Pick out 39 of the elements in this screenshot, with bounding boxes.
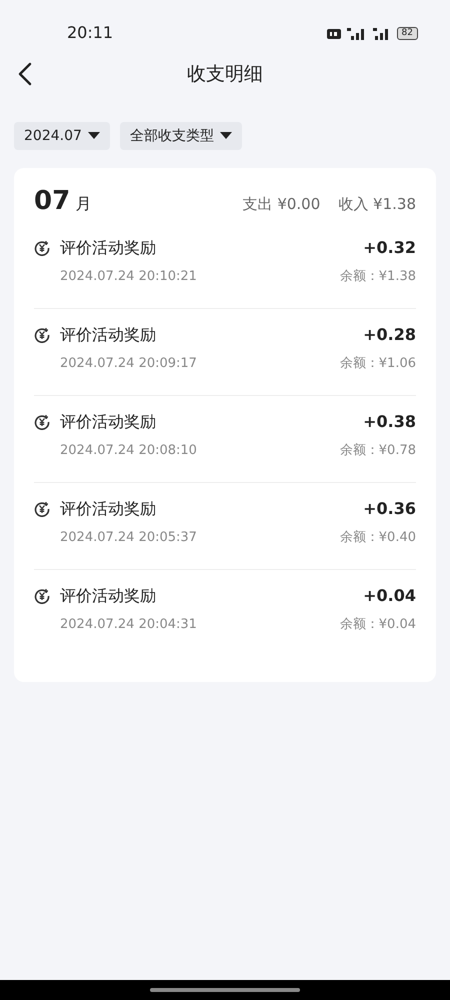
filter-dropdown[interactable]: 全部收支类型	[120, 122, 242, 150]
caret-icon	[220, 132, 232, 140]
yuan-coin-icon	[34, 588, 50, 604]
transaction-amount: +0.04	[363, 586, 416, 605]
expense-total: 支出 ¥0.00	[242, 195, 320, 214]
transaction-time: 2024.07.24 20:08:10	[60, 443, 198, 458]
yuan-coin-icon	[34, 414, 50, 430]
page-title: 收支明细	[187, 62, 263, 87]
transaction-title: 评价活动奖励	[60, 499, 157, 520]
transaction-amount: +0.38	[363, 412, 416, 431]
signal-icon	[346, 28, 367, 40]
transaction-amount: +0.28	[363, 325, 416, 344]
yuan-coin-icon	[34, 501, 50, 517]
caret-icon	[88, 132, 100, 140]
month-label: 07 月	[34, 186, 92, 216]
balance-text: 余额：¥1.38	[340, 268, 416, 285]
transaction-time: 2024.07.24 20:09:17	[60, 356, 198, 371]
income-total: 收入 ¥1.38	[338, 195, 416, 214]
transaction-amount: +0.32	[363, 238, 416, 257]
balance-text: 余额：¥1.06	[340, 355, 416, 372]
hd-call-icon	[326, 28, 341, 38]
transaction-title: 评价活动奖励	[60, 586, 157, 607]
transaction-time: 2024.07.24 20:10:21	[60, 269, 198, 284]
balance-text: 余额：¥0.04	[340, 616, 416, 633]
transaction-time: 2024.07.24 20:04:31	[60, 617, 198, 632]
balance-text: 余额：¥0.40	[340, 529, 416, 546]
transaction-title: 评价活动奖励	[60, 325, 157, 346]
transaction-amount: +0.36	[363, 499, 416, 518]
battery-indicator: 82	[396, 27, 418, 40]
status-time: 20:11	[67, 23, 114, 42]
yuan-coin-icon	[34, 327, 50, 343]
transaction-title: 评价活动奖励	[60, 238, 157, 259]
signal-icon	[372, 28, 391, 40]
filter-dropdown[interactable]: 2024.07	[14, 122, 110, 150]
balance-text: 余额：¥0.78	[340, 442, 416, 459]
transaction-title: 评价活动奖励	[60, 412, 157, 433]
yuan-coin-icon	[34, 240, 50, 256]
back-button[interactable]	[18, 62, 32, 86]
transaction-time: 2024.07.24 20:05:37	[60, 530, 198, 545]
